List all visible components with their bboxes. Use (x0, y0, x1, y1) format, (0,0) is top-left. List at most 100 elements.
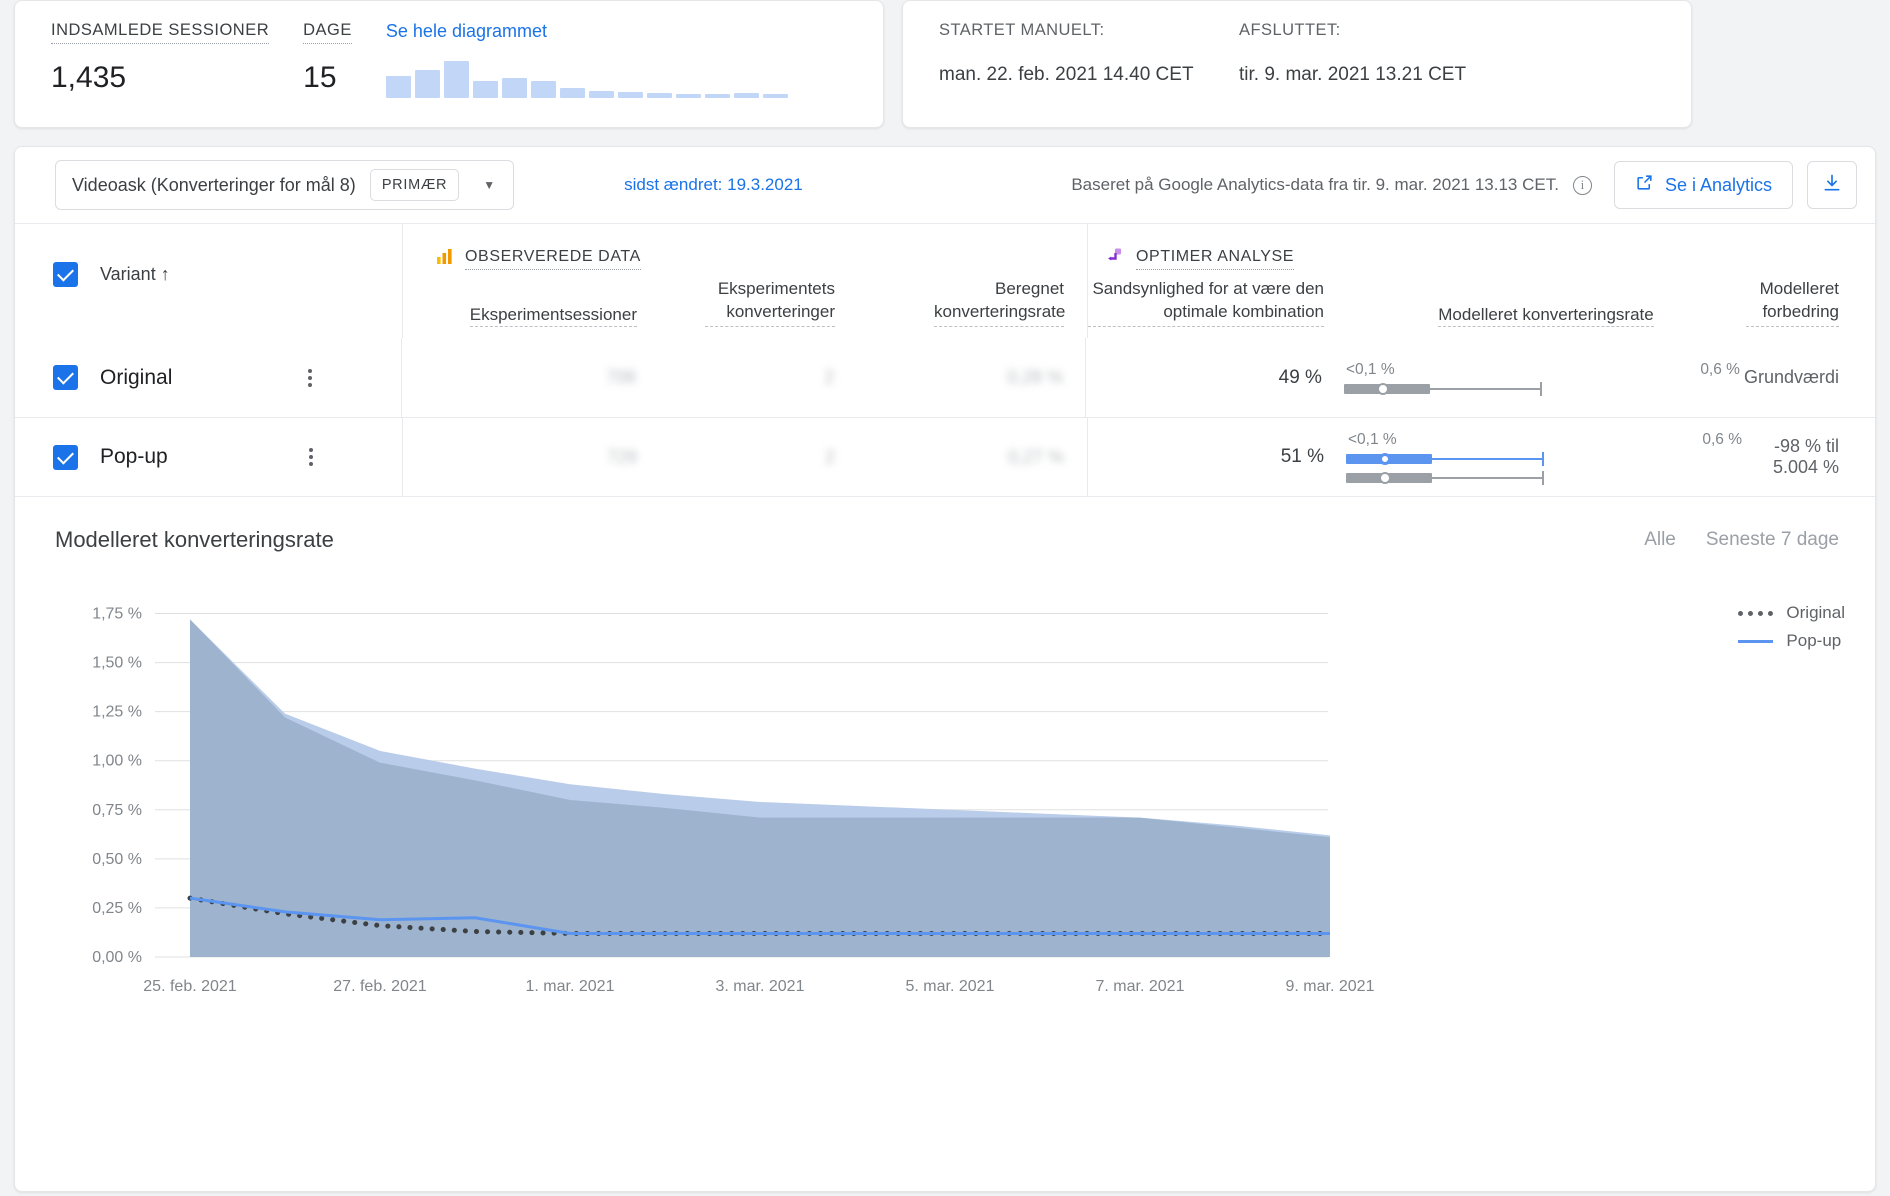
external-link-icon (1635, 173, 1654, 197)
y-axis-tick-label: 0,75 % (92, 802, 142, 819)
goal-selector[interactable]: Videoask (Konverteringer for mål 8) PRIM… (55, 160, 515, 210)
view-in-analytics-button[interactable]: Se i Analytics (1613, 161, 1793, 209)
sessions-column-header[interactable]: Eksperimentsessioner (469, 305, 637, 328)
modelled-rate-column-header[interactable]: Modelleret konverteringsrate (1438, 305, 1654, 328)
table-header-row: Variant ↑ OBSERVEREDE DATA Eksperimentse… (15, 224, 1875, 338)
sparkline-block: Se hele diagrammet (385, 21, 788, 98)
sparkline-bar (443, 61, 469, 98)
data-source-note: Baseret på Google Analytics-data fra tir… (1071, 175, 1592, 195)
ci-track-primary[interactable] (1343, 382, 1744, 396)
summary-cards-row: INDSAMLEDE SESSIONER 1,435 DAGE 15 Se he… (0, 0, 1890, 128)
optimize-cells: 51 % <0,1 % 0,6 % -98 % til 5.004 % (1088, 418, 1875, 496)
collected-sessions-metric: INDSAMLEDE SESSIONER 1,435 (51, 21, 270, 95)
observed-cells: 706 2 0,28 % (402, 338, 1086, 417)
variant-checkbox[interactable] (53, 444, 78, 470)
y-axis-tick-label: 1,25 % (92, 704, 142, 721)
collected-sessions-value: 1,435 (51, 61, 127, 94)
y-axis-tick-label: 1,00 % (92, 753, 142, 770)
days-label: DAGE (303, 21, 352, 44)
variant-header-cell: Variant ↑ (15, 224, 403, 338)
last-modified-link[interactable]: sidst ændret: 19.3.2021 (624, 175, 803, 195)
chevron-down-icon[interactable]: ▼ (473, 178, 505, 192)
table-row: Original 706 2 0,28 % 49 % <0,1 % 0,6 % (15, 338, 1875, 417)
solid-line-icon (1738, 639, 1774, 643)
chart-range-tabs: Alle Seneste 7 dage (1644, 529, 1839, 551)
probability-value: 51 % (1280, 446, 1324, 467)
sparkline-bar (675, 94, 701, 98)
bar-chart-icon (435, 246, 455, 271)
chart-range-tab[interactable]: Alle (1644, 529, 1676, 551)
variant-cell: Original (15, 338, 403, 417)
ended-block: AFSLUTTET: tir. 9. mar. 2021 13.21 CET (1239, 21, 1539, 86)
variant-name: Pop-up (100, 445, 168, 468)
conversions-column-header[interactable]: Eksperimentets konverteringer (705, 278, 835, 327)
ended-label: AFSLUTTET: (1239, 21, 1341, 39)
sparkline-bar (414, 70, 440, 98)
variant-checkbox[interactable] (53, 365, 78, 390)
y-axis-tick-label: 1,50 % (92, 655, 142, 672)
conversions-value: 2 (824, 367, 835, 387)
dotted-line-icon (1738, 610, 1774, 616)
results-panel: Videoask (Konverteringer for mål 8) PRIM… (14, 146, 1876, 1192)
modelled-rate-interval: <0,1 % 0,6 % (1346, 431, 1746, 485)
download-button[interactable] (1807, 161, 1857, 209)
optimize-analysis-header-cell: OPTIMER ANALYSE Sandsynlighed for at vær… (1088, 224, 1875, 338)
chart-title: Modelleret konverteringsrate (55, 527, 334, 552)
legend-item-original[interactable]: Original (1738, 599, 1845, 627)
sessions-summary-card: INDSAMLEDE SESSIONER 1,435 DAGE 15 Se he… (14, 0, 884, 128)
ci-low-label: <0,1 % (1345, 361, 1395, 378)
ci-track-secondary[interactable] (1346, 471, 1746, 485)
y-axis-tick-label: 1,75 % (92, 606, 142, 623)
sparkline-bar (762, 94, 788, 98)
ci-track-primary[interactable] (1346, 452, 1746, 466)
results-table: Variant ↑ OBSERVEREDE DATA Eksperimentse… (15, 224, 1875, 496)
y-axis-tick-label: 0,00 % (92, 949, 142, 966)
info-icon[interactable]: i (1572, 175, 1592, 195)
sessions-sparkline (385, 58, 788, 98)
row-menu-button[interactable] (305, 366, 315, 390)
y-axis-tick-label: 0,25 % (92, 900, 142, 917)
calc-rate-value: 0,27 % (1007, 446, 1064, 467)
optimize-experiment-report: INDSAMLEDE SESSIONER 1,435 DAGE 15 Se he… (0, 0, 1890, 1196)
sparkline-bar (501, 78, 527, 98)
started-block: STARTET MANUELT: man. 22. feb. 2021 14.4… (939, 21, 1239, 86)
x-axis-tick-label: 5. mar. 2021 (906, 978, 995, 995)
variant-column-label[interactable]: Variant ↑ (100, 264, 170, 285)
see-full-chart-link[interactable]: Se hele diagrammet (386, 21, 788, 42)
x-axis-tick-label: 3. mar. 2021 (716, 978, 805, 995)
observed-cells: 729 2 0,27 % (403, 418, 1088, 496)
goal-label: Videoask (Konverteringer for mål 8) (72, 174, 356, 195)
variant-name: Original (100, 365, 173, 389)
x-axis-tick-label: 25. feb. 2021 (143, 978, 237, 995)
experiment-dates-card: STARTET MANUELT: man. 22. feb. 2021 14.4… (902, 0, 1692, 128)
started-value: man. 22. feb. 2021 14.40 CET (939, 64, 1194, 85)
collected-sessions-label: INDSAMLEDE SESSIONER (51, 21, 270, 44)
sparkline-bar (559, 88, 585, 98)
legend-item-popup[interactable]: Pop-up (1738, 627, 1845, 655)
chart-range-tab[interactable]: Seneste 7 dage (1706, 529, 1839, 551)
modelled-improvement-column-header[interactable]: Modelleret forbedring (1746, 278, 1839, 327)
observed-data-label: OBSERVEREDE DATA (465, 248, 641, 270)
sparkline-bar (530, 81, 556, 98)
sparkline-bar (385, 76, 411, 98)
days-value: 15 (303, 61, 337, 94)
variant-cell: Pop-up (15, 418, 403, 496)
modelled-rate-interval: <0,1 % 0,6 % (1343, 361, 1744, 396)
row-menu-button[interactable] (306, 445, 316, 469)
x-axis-tick-label: 27. feb. 2021 (333, 978, 427, 995)
select-all-checkbox[interactable] (53, 262, 78, 287)
observed-data-header-cell: OBSERVEREDE DATA Eksperimentsessioner Ek… (403, 224, 1088, 338)
conversions-value: 2 (824, 446, 835, 467)
probability-column-header[interactable]: Sandsynlighed for at være den optimale k… (1088, 278, 1324, 327)
calc-rate-column-header[interactable]: Beregnet konverteringsrate (934, 278, 1065, 327)
optimize-icon (1106, 246, 1126, 271)
sparkline-bar (617, 92, 643, 98)
ci-high-label: 0,6 % (1700, 361, 1740, 378)
modelled-rate-chart-section: Modelleret konverteringsrate Alle Seneste… (15, 496, 1875, 1188)
modelled-rate-chart: 1,75 % 1,50 % 1,25 % 1,00 % 0,75 % 0,50 % 0,25… (92, 606, 1375, 995)
days-metric: DAGE 15 (303, 21, 352, 95)
probability-value: 49 % (1278, 366, 1322, 388)
optimize-analysis-label: OPTIMER ANALYSE (1136, 248, 1295, 270)
confidence-band (190, 619, 1330, 957)
x-axis-tick-label: 9. mar. 2021 (1286, 978, 1375, 995)
